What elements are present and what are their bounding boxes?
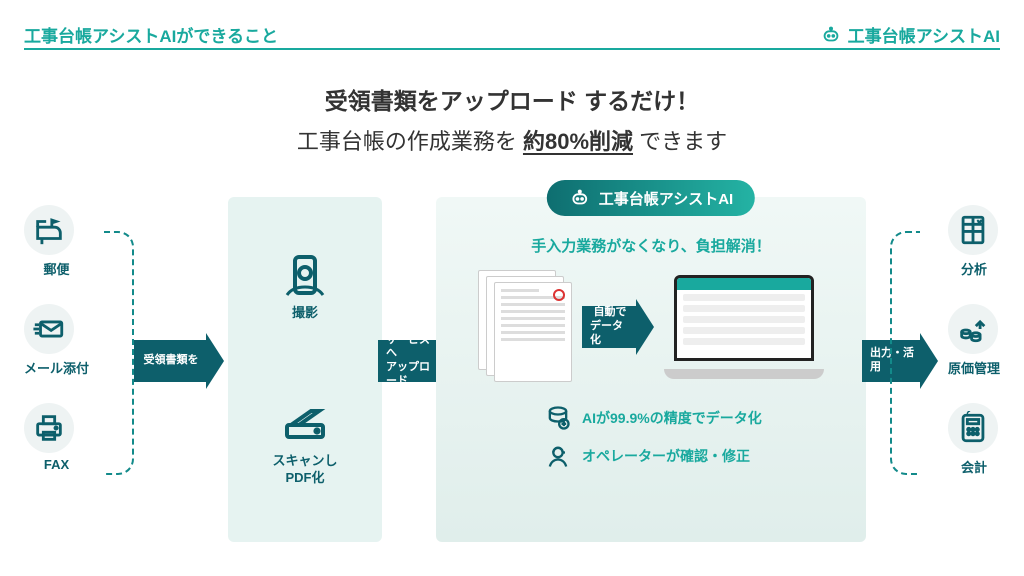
diagram-stage: 郵便 メール添付 FAX 受領書類を 撮影 スキャンしPDF化 サービスへアップ…: [0, 175, 1024, 576]
capture-photo: 撮影: [281, 253, 329, 322]
coins-chart-icon: [956, 312, 990, 346]
page-header: 工事台帳アシストAIができること 工事台帳アシストAI: [24, 22, 1000, 47]
ai-panel: 工事台帳アシストAI 手入力業務がなくなり、負担解消！ 自動でデータ化 AIが9…: [436, 197, 866, 542]
right-bracket: [890, 231, 920, 475]
document-stack: [478, 270, 572, 384]
input-fax: FAX: [24, 403, 89, 472]
headline: 受領書類をアップロード するだけ！ 工事台帳の作成業務を 約80%削減 できます: [0, 82, 1024, 156]
output-analysis: 分析: [948, 205, 1000, 278]
robot-icon: [569, 187, 591, 209]
fax-icon: [32, 411, 66, 445]
ai-pill: 工事台帳アシストAI: [547, 180, 755, 216]
database-gear-icon: [544, 404, 572, 432]
input-mail: 郵便: [24, 205, 89, 278]
arrow-digitize: 自動でデータ化: [582, 299, 654, 355]
operator-icon: [544, 442, 572, 470]
output-uses: 分析 原価管理 会計: [948, 205, 1000, 476]
arrow-receive: 受領書類を: [134, 333, 224, 389]
email-icon: [32, 312, 66, 346]
calculator-icon: [956, 411, 990, 445]
scanner-icon: [281, 401, 329, 449]
phone-camera-icon: [281, 253, 329, 301]
input-sources: 郵便 メール添付 FAX: [24, 205, 89, 472]
output-cost: 原価管理: [948, 304, 1000, 377]
output-accounting: 会計: [948, 403, 1000, 476]
laptop-dashboard: [664, 275, 824, 379]
capture-panel: 撮影 スキャンしPDF化: [228, 197, 382, 542]
left-bracket: [104, 231, 134, 475]
spreadsheet-icon: [956, 213, 990, 247]
header-brand-label: 工事台帳アシストAI: [848, 22, 1000, 47]
feature-ai-accuracy: AIが99.9%の精度でデータ化: [544, 404, 866, 432]
header-brand: 工事台帳アシストAI: [820, 22, 1000, 47]
robot-icon: [820, 24, 842, 46]
feature-operator: オペレーターが確認・修正: [544, 442, 866, 470]
headline-line-2: 工事台帳の作成業務を 約80%削減 できます: [0, 124, 1024, 156]
headline-line-1: 受領書類をアップロード するだけ！: [0, 82, 1024, 116]
capture-scan: スキャンしPDF化: [272, 401, 337, 487]
header-title: 工事台帳アシストAIができること: [24, 22, 278, 47]
input-email: メール添付: [24, 304, 89, 377]
ai-row: 自動でデータ化: [436, 270, 866, 384]
header-divider: [24, 48, 1000, 50]
mailbox-icon: [32, 213, 66, 247]
ai-features: AIが99.9%の精度でデータ化 オペレーターが確認・修正: [544, 404, 866, 470]
ai-subtitle: 手入力業務がなくなり、負担解消！: [436, 235, 866, 256]
